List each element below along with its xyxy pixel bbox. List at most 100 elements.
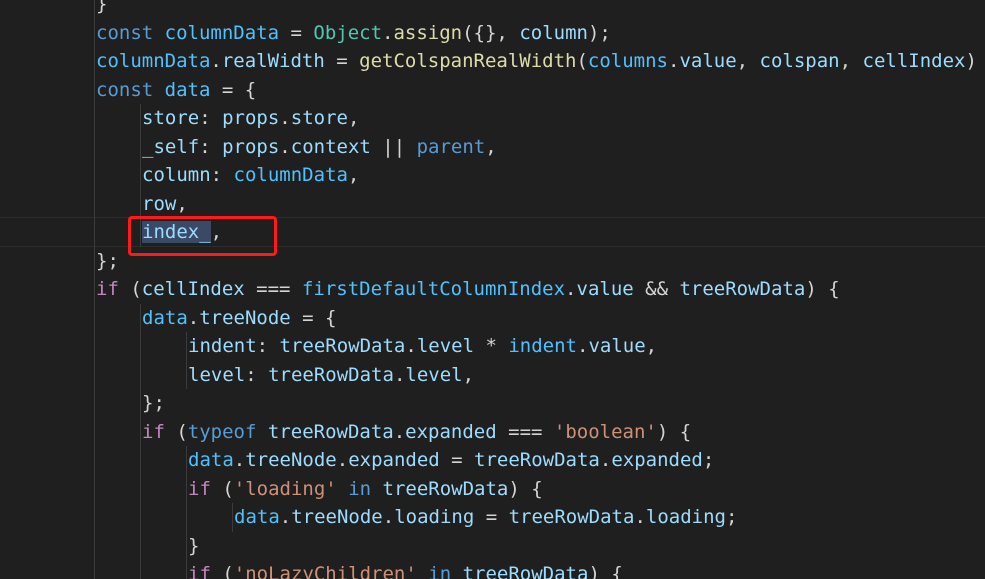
code-token: : [199,135,223,158]
code-token: . [565,278,577,300]
code-line[interactable]: } [96,0,107,19]
code-token: }; [96,249,119,272]
code-line[interactable]: data.treeNode = { [142,304,337,333]
code-token: typeof [187,420,257,443]
code-line[interactable]: if ('loading' in treeRowData) { [188,475,543,504]
code-token: . [393,363,406,386]
code-token: assign [393,21,463,44]
code-token: ; [702,449,715,471]
indent-guide [186,446,187,579]
code-line[interactable]: } [188,532,199,561]
code-token: in [348,477,372,500]
code-token: const [96,78,154,101]
code-token: . [668,50,680,72]
code-token: === [244,278,302,300]
code-line[interactable]: const data = { [96,76,256,105]
code-token: column [142,164,211,186]
code-line[interactable]: column: columnData, [142,161,359,190]
code-token: ); [587,21,611,44]
code-token: if [96,278,119,300]
code-token: , [347,107,360,129]
code-token: firstDefaultColumnIndex [301,278,566,300]
code-line[interactable]: data.treeNode.expanded = treeRowData.exp… [188,446,714,475]
code-token: treeRowData [279,335,406,357]
code-editor[interactable]: } const columnData = Object.assign({}, co… [0,0,985,579]
code-token: value [588,335,646,357]
code-token: , [462,363,475,386]
code-token: . [336,449,349,471]
code-token: store [290,107,348,129]
code-token: ({}, [462,21,520,44]
code-line[interactable]: data.treeNode.loading = treeRowData.load… [234,503,737,532]
code-token: props [222,107,280,129]
code-token: . [393,420,406,443]
code-token: || [370,135,417,158]
code-token: context [290,135,371,158]
code-token: data [188,449,234,471]
code-token: ( [210,563,234,579]
code-token: ) { [656,420,692,443]
code-token: data [164,78,211,101]
code-token: , [736,50,760,72]
code-token: data [142,306,188,329]
code-token: 'loading' [233,477,337,500]
code-token: row [142,192,177,215]
code-token: indent [508,335,577,357]
code-token: ) { [588,563,623,579]
code-line[interactable]: columnData.realWidth = getColspanRealWid… [96,47,977,76]
code-token: cellIndex [141,278,245,300]
code-token: ( [210,477,234,500]
code-line[interactable]: if (typeof treeRowData.expanded === 'boo… [142,418,691,447]
code-line[interactable]: if ('noLazyChildren' in treeRowData) { [188,560,623,579]
code-token: = [439,449,475,471]
code-token: , [485,135,497,158]
code-line[interactable]: _self: props.context || parent, [142,133,497,162]
code-token: getColspanRealWidth [359,50,577,72]
code-token: . [634,506,646,528]
code-line[interactable]: }; [96,247,119,276]
code-line[interactable]: row, [142,190,188,219]
code-token: = { [210,78,257,101]
code-token: . [382,21,394,44]
code-token: treeRowData [268,363,394,386]
code-token: columns [587,50,668,72]
code-token: treeRowData [382,477,509,500]
code-token: , [347,164,360,186]
code-token: ) [965,50,977,72]
code-token: columnData [233,164,348,186]
code-token: _self [142,135,200,158]
code-token: store [142,107,200,129]
code-token: expanded [405,420,497,443]
code-token: treeRowData [462,563,589,579]
code-token: . [382,506,395,528]
code-line[interactable]: if (cellIndex === firstDefaultColumnInde… [96,275,840,304]
code-line[interactable]: indent: treeRowData.level * indent.value… [188,332,657,361]
code-token: if [188,563,211,579]
code-line[interactable]: const columnData = Object.assign({}, col… [96,19,611,48]
code-line[interactable]: level: treeRowData.level, [188,361,474,390]
code-token: treeRowData [267,420,394,443]
code-token: = [324,50,360,72]
code-token: treeRowData [508,506,635,528]
code-token: , [645,335,658,357]
code-token: indent [188,335,257,357]
code-line[interactable]: store: props.store, [142,104,359,133]
code-token: . [405,335,417,357]
code-token: 'boolean' [553,420,657,443]
code-token: ; [725,506,738,528]
code-token: const [96,21,154,44]
annotation-box [128,216,277,256]
code-line[interactable]: }; [142,389,165,418]
code-token: ( [576,50,588,72]
code-token: expanded [611,449,703,471]
code-token: parent [416,135,486,158]
code-token: ( [164,420,188,443]
code-token: . [210,50,222,72]
code-token: treeNode [199,306,291,329]
indent-guide [186,332,187,389]
